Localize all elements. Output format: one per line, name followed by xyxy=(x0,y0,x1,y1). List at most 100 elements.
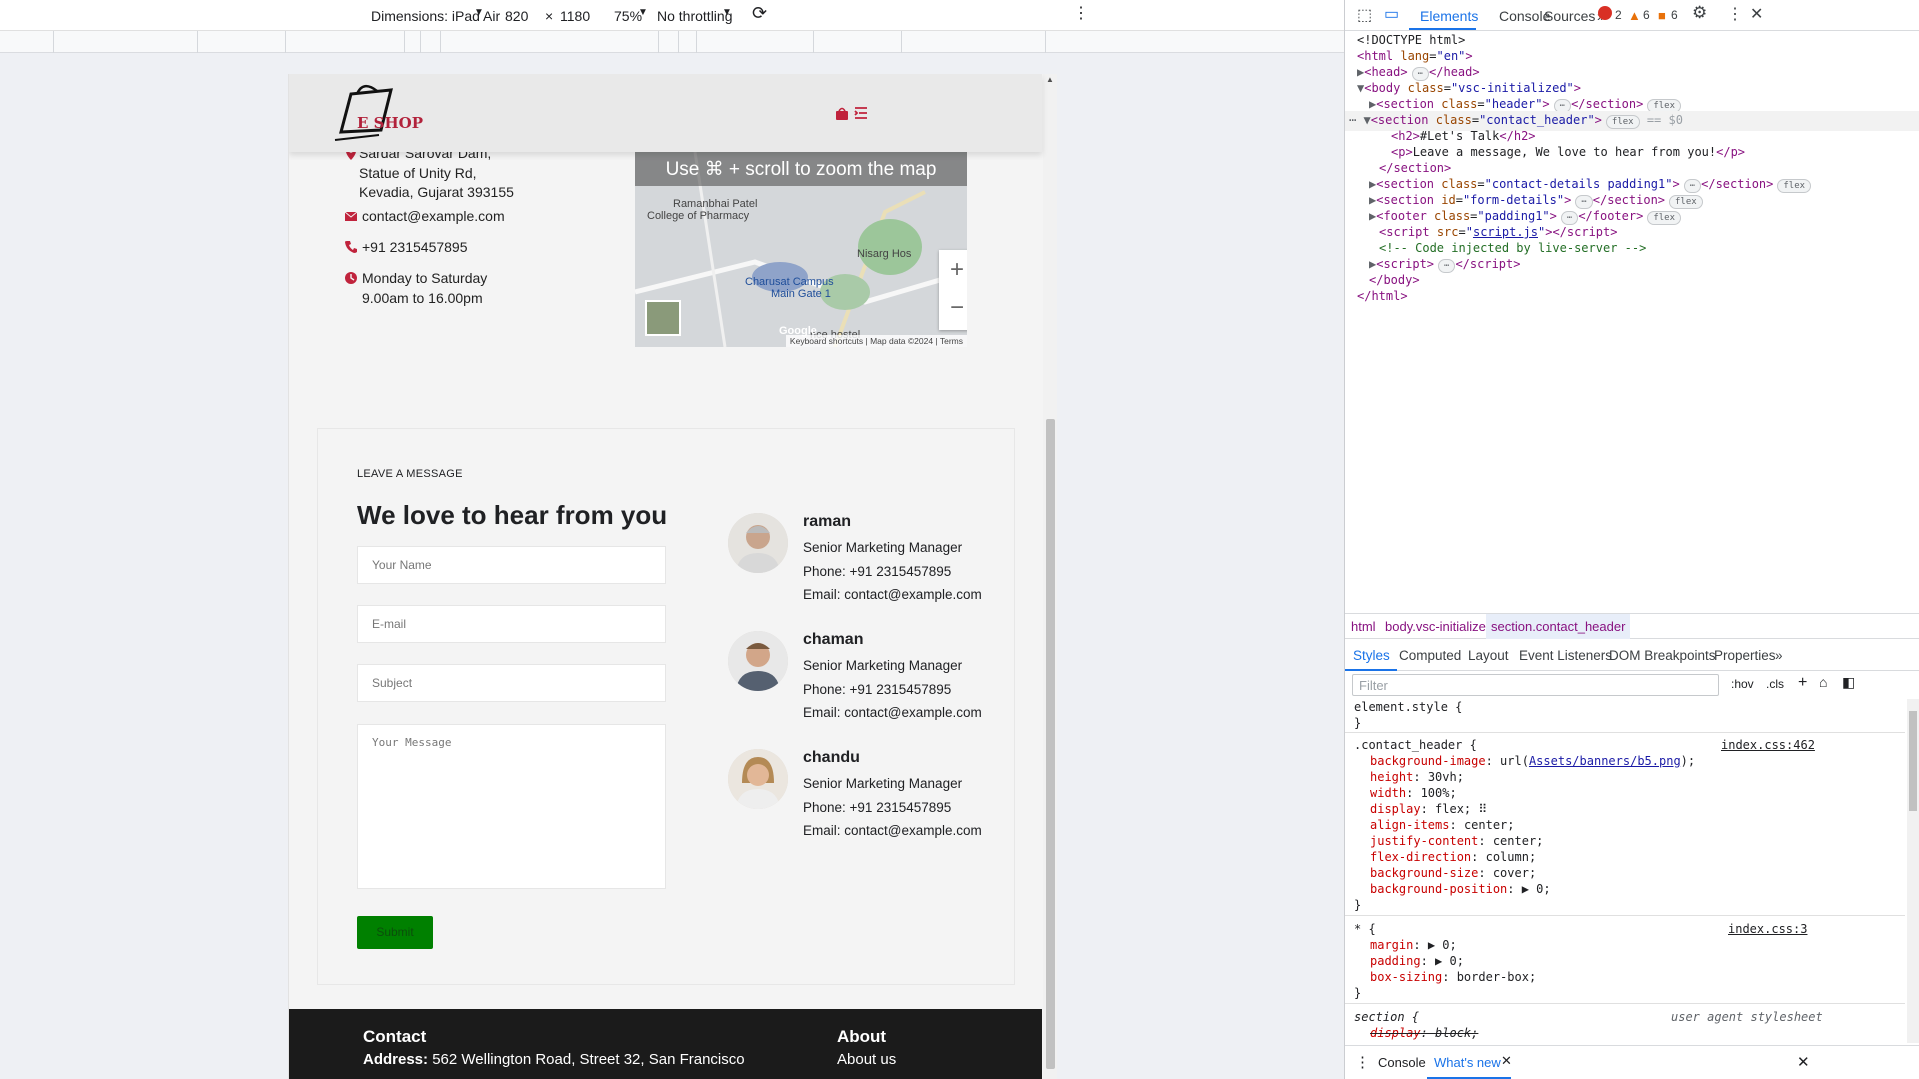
clock-icon xyxy=(345,272,357,284)
phone-icon xyxy=(345,241,357,253)
more-tabs-icon[interactable]: » xyxy=(1775,648,1783,663)
avatar xyxy=(728,513,788,573)
css-declaration[interactable]: padding: ▶ 0; xyxy=(1370,953,1464,969)
page-scrollbar[interactable]: ▲ xyxy=(1043,74,1057,1079)
scroll-up-icon[interactable]: ▲ xyxy=(1046,75,1054,84)
css-declaration[interactable]: display: flex; ⠿ xyxy=(1370,801,1487,817)
height-input[interactable]: 1180 xyxy=(560,8,590,24)
form-kicker: LEAVE A MESSAGE xyxy=(357,468,463,480)
more-options-icon[interactable]: ⋮ xyxy=(1727,4,1743,24)
rule-contact-header-selector[interactable]: .contact_header { xyxy=(1354,737,1477,753)
css-declaration[interactable]: background-image: url(Assets/banners/b5.… xyxy=(1370,753,1695,769)
source-link[interactable]: index.css:462 xyxy=(1721,737,1815,753)
styles-scrollbar[interactable] xyxy=(1907,699,1919,1043)
drawer-menu-icon[interactable]: ⋮ xyxy=(1355,1053,1370,1071)
source-link[interactable]: index.css:3 xyxy=(1728,921,1807,937)
about-us-link[interactable]: About us xyxy=(837,1051,896,1068)
keyboard-shortcuts-link[interactable]: Keyboard shortcuts xyxy=(790,336,863,346)
message-textarea[interactable]: Your Message xyxy=(357,724,666,889)
rule-element-style[interactable]: element.style { xyxy=(1354,699,1462,715)
rule-section-selector[interactable]: section { xyxy=(1354,1009,1419,1025)
css-declaration[interactable]: background-position: ▶ 0; xyxy=(1370,881,1551,897)
settings-gear-icon[interactable]: ⚙ xyxy=(1692,3,1707,23)
map-zoom-hint: Use ⌘ + scroll to zoom the map xyxy=(635,152,967,186)
inspect-element-icon[interactable]: ⬚ xyxy=(1357,5,1372,25)
contact-address: Sardar Sarovar Dam, Statue of Unity Rd, … xyxy=(346,144,534,203)
tab-dom-breakpoints[interactable]: DOM Breakpoints xyxy=(1609,648,1716,663)
scrollbar-thumb[interactable] xyxy=(1046,419,1055,1069)
tab-properties[interactable]: Properties xyxy=(1714,648,1776,663)
css-declaration[interactable]: background-size: cover; xyxy=(1370,865,1536,881)
css-declaration[interactable]: align-items: center; xyxy=(1370,817,1515,833)
css-declaration[interactable]: display: block; xyxy=(1370,1025,1478,1041)
terms-link[interactable]: Terms xyxy=(940,336,963,346)
active-tab-indicator xyxy=(1409,28,1476,30)
subject-field[interactable]: Subject xyxy=(357,664,666,702)
drawer-tab-whats-new[interactable]: What's new xyxy=(1434,1055,1501,1070)
tab-event-listeners[interactable]: Event Listeners xyxy=(1519,648,1612,663)
styles-filter-input[interactable]: Filter xyxy=(1352,674,1719,696)
tab-styles[interactable]: Styles xyxy=(1353,648,1390,663)
media-query-bar[interactable] xyxy=(0,31,1344,53)
tab-console[interactable]: Console xyxy=(1499,8,1550,24)
rotate-icon[interactable]: ⟳ xyxy=(752,3,767,24)
paint-brush-icon[interactable]: ⌂ xyxy=(1819,674,1827,690)
styles-pane: element.style { } .contact_header { inde… xyxy=(1345,699,1919,1043)
warning-count[interactable]: 6 xyxy=(1643,8,1650,22)
zoom-out-button[interactable]: − xyxy=(939,290,967,330)
css-declaration[interactable]: box-sizing: border-box; xyxy=(1370,969,1536,985)
google-map[interactable]: Use ⌘ + scroll to zoom the map Ramanbhai… xyxy=(635,152,967,347)
submit-button[interactable]: Submit xyxy=(357,916,433,949)
css-declaration[interactable]: height: 30vh; xyxy=(1370,769,1464,785)
email-field[interactable]: E-mail xyxy=(357,605,666,643)
dimension-separator: × xyxy=(545,8,554,24)
satellite-toggle[interactable] xyxy=(645,300,681,336)
menu-icon[interactable] xyxy=(854,106,868,120)
tab-sources[interactable]: Sources xyxy=(1544,8,1595,24)
tab-elements[interactable]: Elements xyxy=(1420,8,1478,24)
rule-universal-selector[interactable]: * { xyxy=(1354,921,1376,937)
tab-computed[interactable]: Computed xyxy=(1399,648,1461,663)
issues-count[interactable]: 6 xyxy=(1671,8,1678,22)
map-zoom-controls: + − xyxy=(939,250,967,330)
hov-toggle[interactable]: :hov xyxy=(1731,677,1754,691)
devtools-tabbar: ⬚ ▭ Elements Console Sources » 2 ▲ 6 ■ 6… xyxy=(1345,0,1919,31)
close-icon[interactable]: ✕ xyxy=(1501,1053,1512,1069)
drawer-tabbar: ⋮ Console What's new ✕ ✕ xyxy=(1345,1045,1919,1079)
shopping-bag-icon[interactable] xyxy=(835,106,849,120)
contact-phone: +91 2315457895 xyxy=(345,238,468,258)
warning-icon[interactable]: ▲ xyxy=(1628,8,1641,23)
css-declaration[interactable]: width: 100%; xyxy=(1370,785,1457,801)
css-declaration[interactable]: justify-content: center; xyxy=(1370,833,1543,849)
contact-email: contact@example.com xyxy=(345,207,505,227)
avatar xyxy=(728,749,788,809)
more-options-icon[interactable]: ⋮ xyxy=(1073,3,1089,23)
close-icon[interactable]: ✕ xyxy=(1750,4,1763,24)
device-toolbar-icon[interactable]: ▭ xyxy=(1384,4,1399,24)
contact-hours: Monday to Saturday 9.00am to 16.00pm xyxy=(345,269,537,308)
site-header: E SHOP xyxy=(289,74,1042,152)
logo-text: E SHOP xyxy=(357,114,424,132)
sidebar-toggle-icon[interactable]: ◧ xyxy=(1842,674,1855,691)
drawer-tab-console[interactable]: Console xyxy=(1378,1055,1426,1070)
css-declaration[interactable]: flex-direction: column; xyxy=(1370,849,1536,865)
css-declaration[interactable]: margin: ▶ 0; xyxy=(1370,937,1457,953)
message-form-card: LEAVE A MESSAGE We love to hear from you… xyxy=(317,428,1015,985)
tab-layout[interactable]: Layout xyxy=(1468,648,1509,663)
cls-toggle[interactable]: .cls xyxy=(1766,677,1784,691)
map-attribution: Keyboard shortcuts | Map data ©2024 | Te… xyxy=(785,335,967,347)
name-field[interactable]: Your Name xyxy=(357,546,666,584)
dom-line[interactable]: </html> xyxy=(1357,287,1408,307)
error-count[interactable]: 2 xyxy=(1615,8,1622,22)
breadcrumb: html body.vsc-initialized section.contac… xyxy=(1345,613,1919,639)
dom-tree: <!DOCTYPE html> <html lang="en"> ▶<head>… xyxy=(1345,31,1919,611)
new-rule-icon[interactable]: + xyxy=(1798,674,1807,692)
avatar xyxy=(728,631,788,691)
width-input[interactable]: 820 xyxy=(505,8,528,24)
issues-icon[interactable]: ■ xyxy=(1658,8,1666,23)
shopping-bag-logo-icon[interactable] xyxy=(333,80,423,146)
close-drawer-icon[interactable]: ✕ xyxy=(1797,1053,1810,1071)
footer-about-heading: About xyxy=(837,1027,887,1046)
error-icon[interactable] xyxy=(1598,6,1612,20)
zoom-in-button[interactable]: + xyxy=(939,250,967,290)
